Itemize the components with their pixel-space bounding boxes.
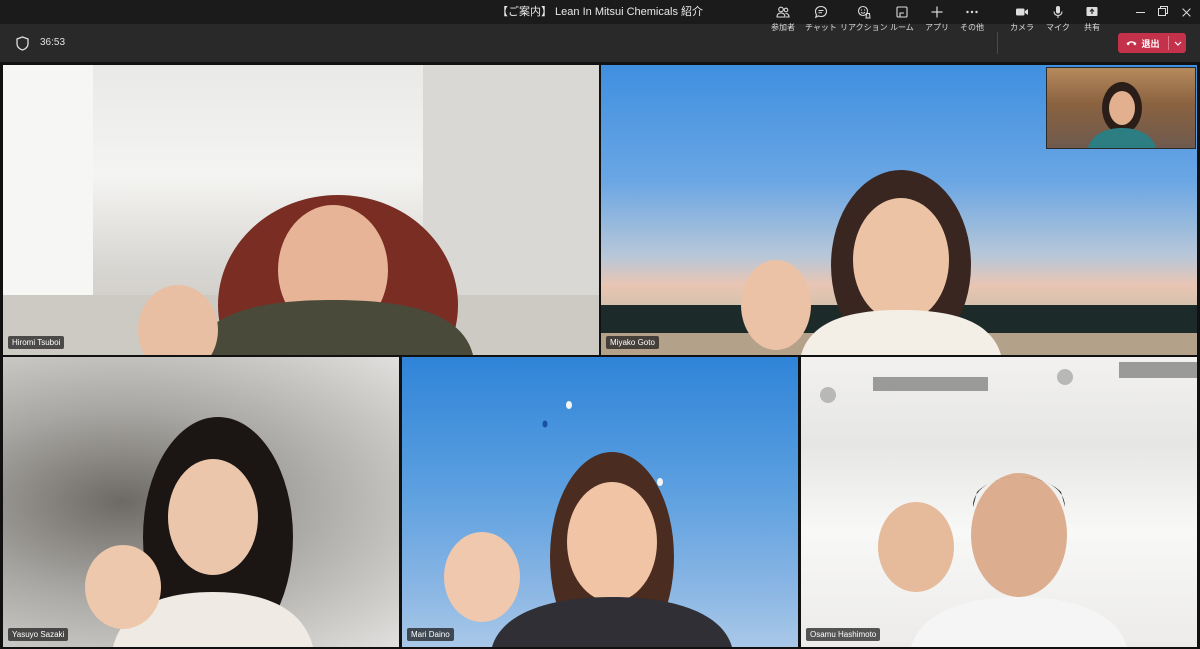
rooms-button[interactable]: ルーム [890,5,914,35]
video-tile[interactable]: Hiromi Tsuboi [3,65,599,355]
participant-video [85,417,313,647]
toolbar-divider [997,32,998,54]
leave-options-button[interactable] [1169,33,1186,53]
reaction-icon [857,5,871,19]
reactions-label: リアクション [840,23,888,32]
plus-icon [931,6,943,18]
more-icon [966,10,978,14]
video-tile[interactable]: Osamu Hashimoto [801,357,1197,647]
rooms-icon [896,6,908,18]
participants-button[interactable]: 参加者 [771,5,795,35]
apps-button[interactable]: アプリ [925,5,949,35]
mic-button[interactable]: マイク [1046,5,1070,35]
video-tile[interactable]: Mari Daino [402,357,798,647]
more-button[interactable]: その他 [960,5,984,35]
self-video [1087,82,1157,148]
participants-label: 参加者 [771,23,795,32]
leave-control: 退出 [1118,33,1186,53]
participant-name: Miyako Goto [606,336,659,349]
mic-label: マイク [1046,23,1070,32]
leave-label: 退出 [1141,38,1160,49]
close-icon [1181,7,1192,18]
self-view[interactable] [1046,67,1196,149]
share-label: 共有 [1084,23,1100,32]
rooms-label: ルーム [890,23,914,32]
share-button[interactable]: 共有 [1084,5,1100,35]
meeting-timer: 36:53 [40,37,66,48]
shield-icon [16,36,29,51]
people-icon [776,6,790,18]
chat-label: チャット [805,23,837,32]
participant-video [820,362,1197,647]
chevron-down-icon [1174,41,1181,46]
camera-button[interactable]: カメラ [1010,5,1034,35]
camera-label: カメラ [1010,23,1034,32]
reactions-button[interactable]: リアクション [840,5,888,35]
participant-video [3,65,599,355]
mic-icon [1053,6,1063,18]
video-tile[interactable]: Yasuyo Sazaki [3,357,399,647]
participant-name: Osamu Hashimoto [806,628,881,641]
close-window-button[interactable] [1172,0,1200,24]
participant-video [444,401,732,647]
leave-button[interactable]: 退出 [1118,33,1168,53]
participant-name: Yasuyo Sazaki [8,628,69,641]
participant-name: Mari Daino [407,628,454,641]
chat-icon [814,5,828,19]
more-label: その他 [960,23,984,32]
chat-button[interactable]: チャット [805,5,837,35]
minimize-icon [1135,11,1145,13]
participant-name: Hiromi Tsuboi [8,336,65,349]
camera-icon [1016,8,1028,16]
hang-up-icon [1126,41,1137,46]
apps-label: アプリ [925,23,949,32]
share-icon [1086,7,1098,16]
maximize-icon [1158,8,1166,16]
